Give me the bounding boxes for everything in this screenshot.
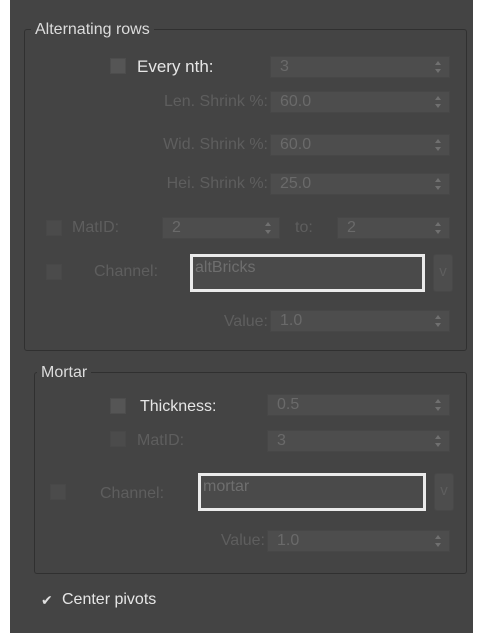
mortar-matid-value[interactable]: 3 bbox=[277, 431, 286, 451]
len-shrink-value[interactable]: 60.0 bbox=[280, 92, 311, 112]
spinner-arrows-icon[interactable] bbox=[435, 178, 442, 190]
modifier-panel: Alternating rows Every nth: 3 Len. Shrin… bbox=[10, 0, 473, 633]
matid-to-spinner[interactable]: 2 bbox=[337, 217, 450, 239]
channel-label: Channel: bbox=[94, 263, 159, 280]
spinner-arrows-icon[interactable] bbox=[435, 315, 442, 327]
spinner-arrows-icon[interactable] bbox=[435, 222, 442, 234]
alternating-rows-title: Alternating rows bbox=[31, 20, 154, 40]
len-shrink-label: Len. Shrink %: bbox=[163, 93, 268, 110]
every-nth-checkbox[interactable] bbox=[110, 58, 126, 74]
spinner-arrows-icon[interactable] bbox=[435, 399, 442, 411]
center-pivots-checkmark-icon[interactable]: ✔ bbox=[41, 592, 53, 608]
every-nth-spinner[interactable]: 3 bbox=[270, 56, 450, 78]
hei-shrink-spinner[interactable]: 25.0 bbox=[270, 173, 450, 195]
matid-checkbox[interactable] bbox=[46, 220, 62, 236]
value-label: Value: bbox=[223, 313, 268, 330]
spinner-arrows-icon[interactable] bbox=[265, 222, 272, 234]
value-spinner[interactable]: 1.0 bbox=[270, 310, 450, 332]
mortar-channel-dropdown-button[interactable]: v bbox=[434, 473, 454, 511]
thickness-checkbox[interactable] bbox=[110, 398, 126, 414]
spinner-arrows-icon[interactable] bbox=[435, 435, 442, 447]
center-pivots-label[interactable]: Center pivots bbox=[62, 590, 156, 610]
mortar-title: Mortar bbox=[37, 363, 92, 383]
spinner-arrows-icon[interactable] bbox=[435, 535, 442, 547]
matid-to-value[interactable]: 2 bbox=[347, 218, 356, 238]
matid-label: MatID: bbox=[72, 219, 120, 236]
mortar-value-label: Value: bbox=[220, 532, 265, 549]
mortar-value-value[interactable]: 1.0 bbox=[277, 531, 299, 551]
mortar-matid-spinner[interactable]: 3 bbox=[267, 430, 450, 452]
channel-input[interactable]: altBricks bbox=[190, 254, 425, 292]
mortar-channel-checkbox[interactable] bbox=[50, 484, 66, 500]
matid-spinner[interactable]: 2 bbox=[162, 217, 280, 239]
hei-shrink-label: Hei. Shrink %: bbox=[166, 175, 268, 192]
thickness-label: Thickness: bbox=[140, 398, 217, 415]
channel-checkbox[interactable] bbox=[46, 264, 62, 280]
mortar-matid-label: MatID: bbox=[137, 432, 185, 449]
spinner-arrows-icon[interactable] bbox=[435, 61, 442, 73]
mortar-channel-value[interactable]: mortar bbox=[203, 476, 249, 498]
wid-shrink-label: Wid. Shrink %: bbox=[163, 136, 268, 153]
len-shrink-spinner[interactable]: 60.0 bbox=[270, 91, 450, 113]
mortar-channel-label: Channel: bbox=[100, 485, 165, 502]
wid-shrink-spinner[interactable]: 60.0 bbox=[270, 134, 450, 156]
hei-shrink-value[interactable]: 25.0 bbox=[280, 174, 311, 194]
mortar-value-spinner[interactable]: 1.0 bbox=[267, 530, 450, 552]
wid-shrink-value[interactable]: 60.0 bbox=[280, 135, 311, 155]
matid-to-label: to: bbox=[295, 219, 313, 236]
thickness-spinner[interactable]: 0.5 bbox=[267, 394, 450, 416]
spinner-arrows-icon[interactable] bbox=[435, 96, 442, 108]
mortar-channel-input[interactable]: mortar bbox=[198, 473, 426, 511]
thickness-value[interactable]: 0.5 bbox=[277, 395, 299, 415]
mortar-matid-checkbox[interactable] bbox=[110, 431, 126, 447]
channel-dropdown-button[interactable]: v bbox=[433, 254, 453, 292]
value-value[interactable]: 1.0 bbox=[280, 311, 302, 331]
every-nth-value[interactable]: 3 bbox=[280, 57, 289, 77]
every-nth-label: Every nth: bbox=[137, 57, 214, 76]
matid-value[interactable]: 2 bbox=[172, 218, 181, 238]
spinner-arrows-icon[interactable] bbox=[435, 139, 442, 151]
channel-value[interactable]: altBricks bbox=[195, 257, 255, 279]
